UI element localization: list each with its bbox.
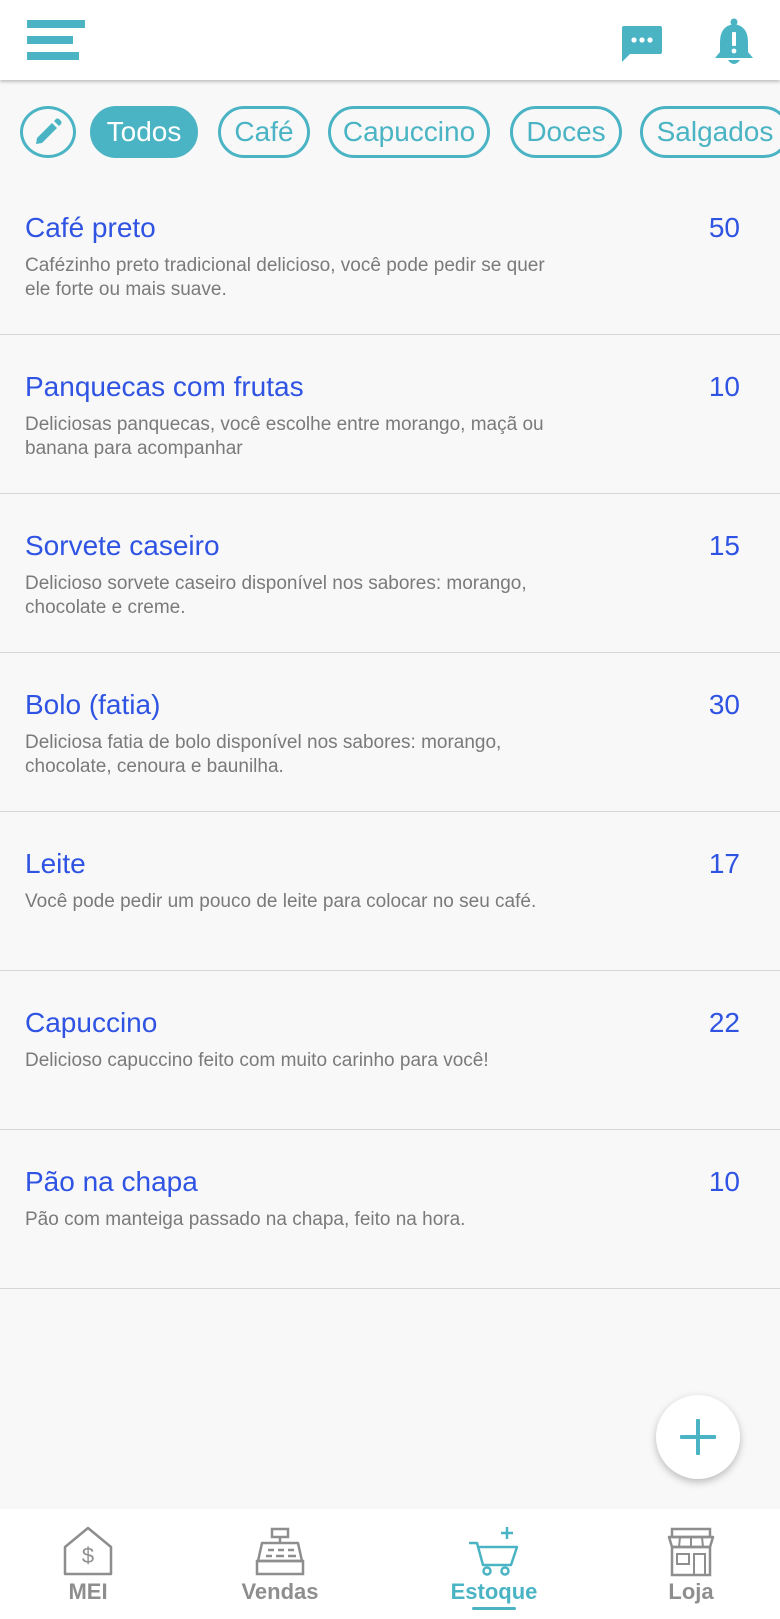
product-description: Delicioso capuccino feito com muito cari… — [25, 1050, 489, 1071]
house-dollar-icon: $ — [63, 1526, 113, 1576]
product-name: Bolo (fatia) — [25, 689, 161, 720]
cart-plus-icon — [469, 1527, 519, 1576]
add-product-button[interactable] — [656, 1395, 740, 1479]
product-quantity: 30 — [708, 689, 740, 720]
nav-label: Vendas — [241, 1579, 319, 1604]
cash-register-icon — [255, 1527, 305, 1576]
product-name: Sorvete caseiro — [25, 530, 220, 561]
list-item[interactable]: Leite 17 Você pode pedir um pouco de lei… — [0, 812, 780, 971]
product-name: Panquecas com frutas — [25, 371, 304, 402]
chip-doces[interactable]: Doces — [510, 106, 622, 158]
product-quantity: 50 — [708, 212, 740, 243]
product-description: Deliciosas panquecas, você escolhe entre… — [25, 414, 544, 459]
product-name: Pão na chapa — [25, 1166, 198, 1197]
product-description: Delicioso sorvete caseiro disponível nos… — [25, 573, 527, 618]
category-filter-bar: Todos Café Capuccino Doces Salgados — [0, 106, 780, 158]
nav-item-mei[interactable]: $ MEI — [13, 1509, 163, 1619]
app-bar — [0, 0, 780, 80]
list-item[interactable]: Panquecas com frutas 10 Deliciosas panqu… — [0, 335, 780, 494]
product-name: Leite — [25, 848, 86, 879]
nav-item-estoque[interactable]: Estoque — [419, 1509, 569, 1619]
product-name: Café preto — [25, 212, 156, 243]
menu-button[interactable] — [27, 18, 87, 62]
menu-icon — [27, 20, 85, 60]
product-quantity: 22 — [708, 1007, 740, 1038]
product-quantity: 17 — [708, 848, 740, 879]
chip-capuccino[interactable]: Capuccino — [328, 106, 490, 158]
product-quantity: 10 — [708, 1166, 740, 1197]
storefront-icon — [667, 1527, 715, 1577]
product-description: Pão com manteiga passado na chapa, feito… — [25, 1209, 466, 1230]
active-tab-indicator — [472, 1607, 516, 1610]
pencil-icon — [36, 118, 62, 144]
list-item[interactable]: Sorvete caseiro 15 Delicioso sorvete cas… — [0, 494, 780, 653]
list-item[interactable]: Bolo (fatia) 30 Deliciosa fatia de bolo … — [0, 653, 780, 812]
bottom-navigation: $ MEI Vendas Estoque Loja — [0, 1509, 780, 1619]
product-quantity: 15 — [708, 530, 740, 561]
svg-text:$: $ — [82, 1543, 94, 1568]
product-name: Capuccino — [25, 1007, 158, 1038]
chip-todos[interactable]: Todos — [90, 106, 198, 158]
product-list: Café preto 50 Cafézinho preto tradiciona… — [0, 176, 780, 1289]
product-description: Cafézinho preto tradicional delicioso, v… — [25, 255, 545, 300]
nav-label: Estoque — [450, 1579, 538, 1604]
nav-label: Loja — [668, 1579, 714, 1604]
list-item[interactable]: Café preto 50 Cafézinho preto tradiciona… — [0, 176, 780, 335]
plus-icon — [680, 1419, 716, 1455]
chip-cafe[interactable]: Café — [218, 106, 310, 158]
product-quantity: 10 — [708, 371, 740, 402]
nav-label: MEI — [68, 1579, 108, 1604]
product-description: Deliciosa fatia de bolo disponível nos s… — [25, 732, 502, 777]
chat-button[interactable] — [618, 24, 664, 64]
product-description: Você pode pedir um pouco de leite para c… — [25, 891, 537, 912]
bell-alert-icon — [715, 18, 753, 64]
list-item[interactable]: Capuccino 22 Delicioso capuccino feito c… — [0, 971, 780, 1130]
nav-item-vendas[interactable]: Vendas — [205, 1509, 355, 1619]
notifications-button[interactable] — [712, 18, 756, 66]
chip-salgados[interactable]: Salgados — [640, 106, 780, 158]
list-item[interactable]: Pão na chapa 10 Pão com manteiga passado… — [0, 1130, 780, 1289]
nav-item-loja[interactable]: Loja — [616, 1509, 766, 1619]
edit-categories-button[interactable] — [20, 106, 76, 158]
chat-icon — [622, 26, 662, 62]
